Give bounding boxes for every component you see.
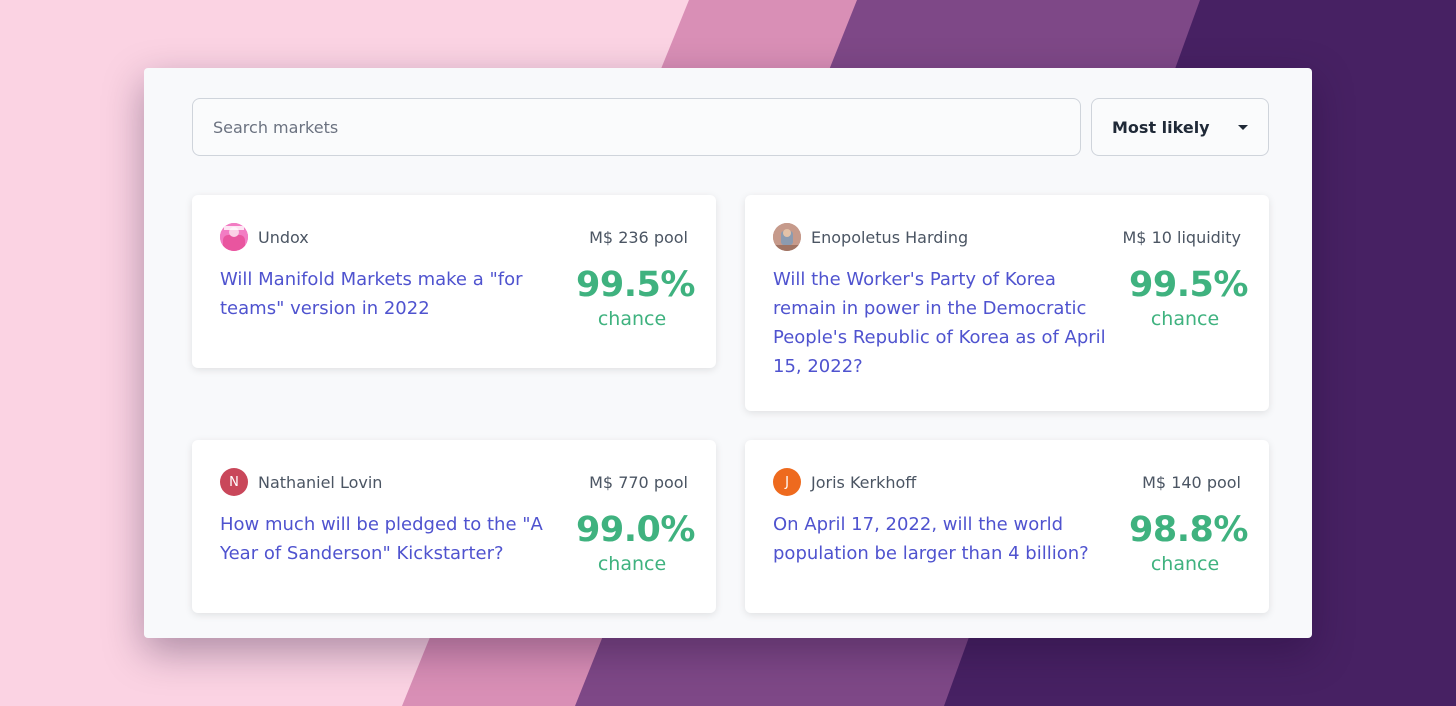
creator-name[interactable]: Nathaniel Lovin: [258, 473, 589, 492]
market-card[interactable]: Enopoletus Harding M$ 10 liquidity Will …: [745, 195, 1269, 411]
market-question[interactable]: Will the Worker's Party of Korea remain …: [773, 265, 1129, 381]
pool-amount: M$ 10 liquidity: [1122, 227, 1242, 247]
markets-panel: Most likely Undox M$ 236 pool Will Manif…: [144, 68, 1312, 638]
pool-amount: M$ 140 pool: [1142, 472, 1241, 492]
probability-value: 99.5%: [576, 265, 695, 305]
sort-dropdown[interactable]: Most likely: [1091, 98, 1269, 156]
probability-value: 99.5%: [1129, 265, 1248, 305]
market-card[interactable]: Undox M$ 236 pool Will Manifold Markets …: [192, 195, 716, 368]
market-card[interactable]: N Nathaniel Lovin M$ 770 pool How much w…: [192, 440, 716, 613]
market-question[interactable]: On April 17, 2022, will the world popula…: [773, 510, 1129, 578]
avatar-initial: J: [785, 474, 789, 490]
sort-selected-label: Most likely: [1112, 117, 1210, 137]
probability-label: chance: [597, 308, 667, 330]
market-question[interactable]: Will Manifold Markets make a "for teams"…: [220, 265, 576, 333]
probability-value: 99.0%: [576, 510, 695, 550]
probability-label: chance: [1150, 308, 1220, 330]
probability: 99.5% chance: [576, 265, 695, 333]
probability: 99.0% chance: [576, 510, 695, 578]
creator-name[interactable]: Joris Kerkhoff: [811, 473, 1142, 492]
search-input[interactable]: [192, 98, 1081, 156]
pool-amount: M$ 236 pool: [589, 227, 688, 247]
avatar: [220, 223, 248, 251]
avatar-image-icon: [773, 223, 801, 251]
avatar-image-icon: [220, 223, 248, 251]
creator-name[interactable]: Undox: [258, 228, 589, 247]
chevron-down-icon: [1238, 124, 1248, 130]
avatar: [773, 223, 801, 251]
probability: 99.5% chance: [1129, 265, 1248, 381]
avatar: J: [773, 468, 801, 496]
probability: 98.8% chance: [1129, 510, 1248, 578]
probability-value: 98.8%: [1129, 510, 1248, 550]
market-question[interactable]: How much will be pledged to the "A Year …: [220, 510, 576, 578]
pool-amount: M$ 770 pool: [589, 472, 688, 492]
avatar-initial: N: [229, 474, 239, 490]
market-card[interactable]: J Joris Kerkhoff M$ 140 pool On April 17…: [745, 440, 1269, 613]
creator-name[interactable]: Enopoletus Harding: [811, 228, 1123, 247]
probability-label: chance: [597, 553, 667, 575]
probability-label: chance: [1150, 553, 1220, 575]
avatar: N: [220, 468, 248, 496]
